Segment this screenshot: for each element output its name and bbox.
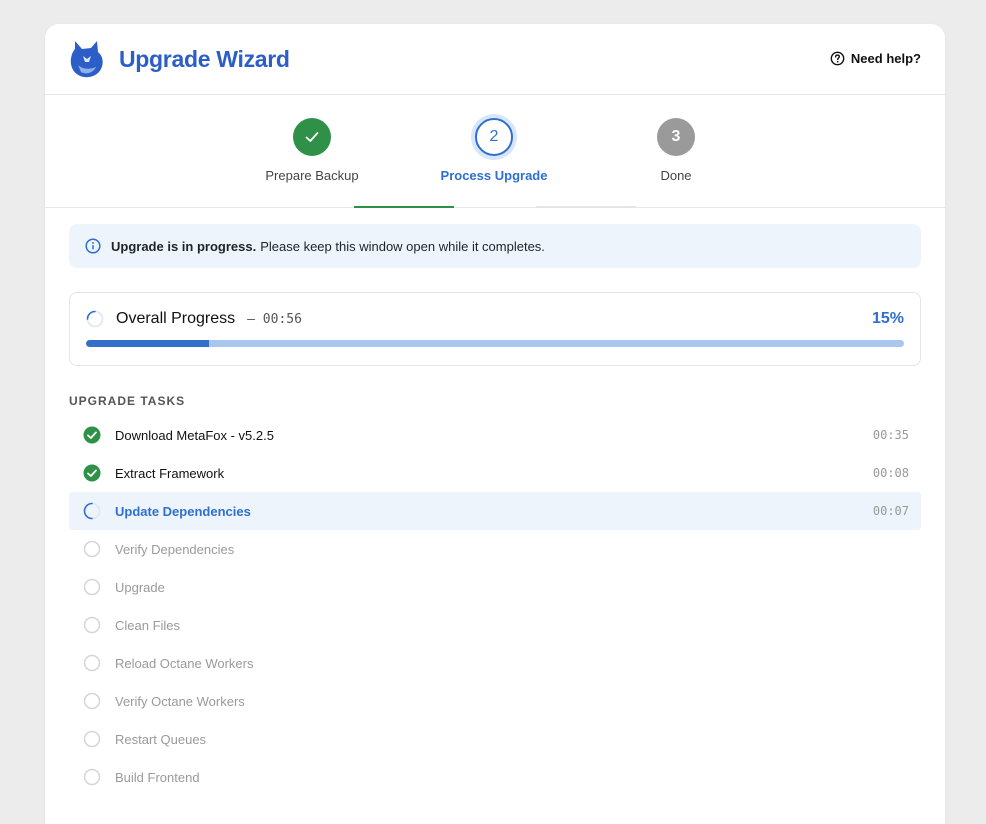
step-2-circle: 2: [475, 118, 513, 156]
task-name: Download MetaFox - v5.2.5: [115, 427, 274, 443]
task-list: Download MetaFox - v5.2.5 00:35 Extract Fr…: [69, 416, 921, 796]
check-icon: [305, 132, 319, 142]
alert-text: Please keep this window open while it co…: [260, 238, 545, 254]
step-1-circle: [293, 118, 331, 156]
step-1-label: Prepare Backup: [265, 168, 359, 183]
task-row: Update Dependencies 00:07: [69, 492, 921, 530]
step-3-circle: 3: [657, 118, 695, 156]
task-row: Build Frontend: [69, 758, 921, 796]
task-row: Clean Files: [69, 606, 921, 644]
step-3-label: Done: [660, 168, 692, 183]
task-name: Upgrade: [115, 579, 165, 595]
task-row: Extract Framework 00:08: [69, 454, 921, 492]
check-circle-icon: [83, 426, 101, 444]
spinner-icon: [86, 310, 104, 328]
progress-bar-fill: [86, 340, 209, 347]
empty-circle-icon: [83, 768, 101, 786]
progress-header: Overall Progress – 00:56: [86, 309, 904, 329]
task-row: Download MetaFox - v5.2.5 00:35: [69, 416, 921, 454]
task-row: Reload Octane Workers: [69, 644, 921, 682]
task-name: Clean Files: [115, 617, 181, 633]
task-row: Restart Queues: [69, 720, 921, 758]
task-time: 00:08: [872, 466, 909, 480]
task-row: Upgrade: [69, 568, 921, 606]
empty-circle-icon: [83, 540, 101, 558]
help-label: Need help?: [850, 51, 921, 66]
page-title: Upgrade Wizard: [119, 45, 290, 72]
task-name: Reload Octane Workers: [115, 655, 254, 671]
overall-progress-card: Overall Progress – 00:56 15%: [69, 292, 921, 366]
task-name: Restart Queues: [115, 731, 207, 747]
main-content: Upgrade is in progress. Please keep this…: [45, 208, 945, 796]
step-connector-1: [354, 206, 454, 208]
task-name: Build Frontend: [115, 769, 200, 785]
header: Upgrade Wizard Need help?: [45, 24, 945, 95]
progress-percent: 15%: [871, 310, 904, 327]
wizard-card: Upgrade Wizard Need help? Prepare Backup…: [45, 24, 945, 824]
task-name: Extract Framework: [115, 465, 225, 481]
empty-circle-icon: [83, 730, 101, 748]
step-prepare-backup: Prepare Backup: [242, 95, 382, 183]
fox-logo-icon: [70, 41, 103, 78]
progress-bar: [86, 340, 904, 347]
alert-strong: Upgrade is in progress.: [111, 238, 257, 254]
task-name: Update Dependencies: [115, 503, 251, 519]
task-row: Verify Octane Workers: [69, 682, 921, 720]
spinner-icon: [83, 502, 101, 520]
stepper: Prepare Backup 2 Process Upgrade 3 Done: [45, 95, 945, 208]
step-connector-2: [536, 206, 636, 208]
task-time: 00:35: [872, 428, 909, 442]
progress-title: Overall Progress: [116, 310, 236, 327]
question-circle-icon: [830, 51, 845, 66]
task-name: Verify Dependencies: [115, 541, 235, 557]
progress-elapsed: – 00:56: [247, 311, 302, 327]
check-circle-icon: [83, 464, 101, 482]
task-name: Verify Octane Workers: [115, 693, 245, 709]
step-process-upgrade: 2 Process Upgrade: [424, 95, 564, 183]
empty-circle-icon: [83, 616, 101, 634]
help-link[interactable]: Need help?: [830, 51, 921, 66]
step-done: 3 Done: [606, 95, 746, 183]
step-2-label: Process Upgrade: [440, 168, 548, 183]
empty-circle-icon: [83, 654, 101, 672]
info-circle-icon: [85, 238, 101, 254]
task-time: 00:07: [872, 504, 909, 518]
progress-alert: Upgrade is in progress. Please keep this…: [69, 224, 921, 268]
empty-circle-icon: [83, 692, 101, 710]
empty-circle-icon: [83, 578, 101, 596]
tasks-section-title: UPGRADE TASKS: [69, 394, 186, 408]
task-row: Verify Dependencies: [69, 530, 921, 568]
